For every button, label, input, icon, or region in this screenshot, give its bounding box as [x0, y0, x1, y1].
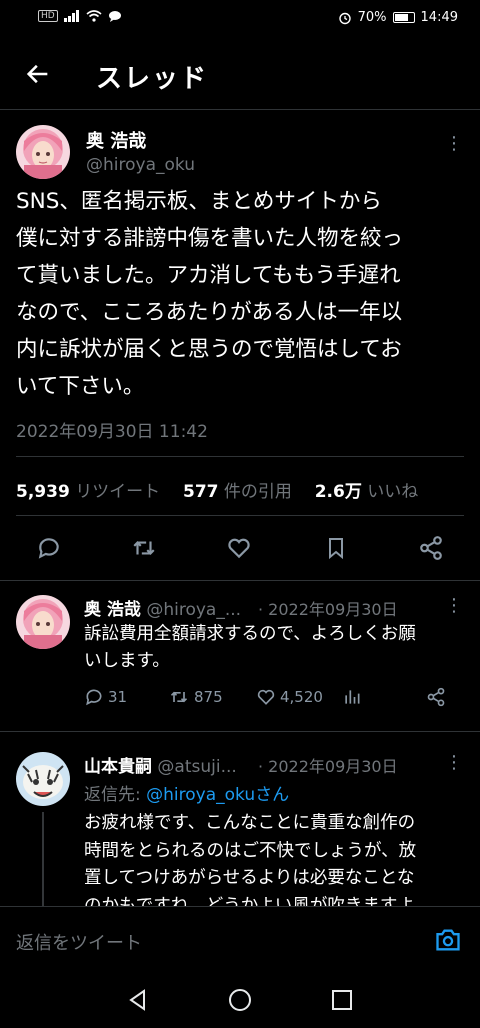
nav-recents-icon[interactable]: [330, 988, 354, 1016]
tweet-actions: [0, 531, 480, 567]
retweets-stat[interactable]: 5,939 リツイート: [16, 482, 160, 502]
nav-home-icon[interactable]: [228, 988, 252, 1016]
author-handle[interactable]: @hiroya_oku: [86, 155, 195, 175]
mention-link[interactable]: @hiroya_oku: [146, 785, 255, 805]
analytics-icon[interactable]: [342, 687, 362, 711]
retweet-icon: [170, 691, 188, 703]
quotes-stat[interactable]: 577 件の引用: [183, 482, 292, 502]
tweet-line: て貰いました。アカ消してももう手遅れ: [16, 263, 401, 288]
tweet-text: SNS、匿名掲示板、まとめサイトから 僕に対する誹謗中傷を書いた人物を絞っ て貰…: [16, 183, 466, 405]
signal-icon: [63, 10, 79, 22]
wifi-icon: [86, 10, 102, 22]
alarm-icon: [338, 12, 351, 24]
reply-tweet[interactable]: 奥 浩哉 @hiroya_... · 2022年09月30日 ⋮ 訴訟費用全額請…: [0, 581, 480, 731]
clock: 14:49: [420, 10, 458, 25]
avatar[interactable]: [16, 752, 70, 806]
app-header: スレッド: [0, 40, 480, 110]
back-arrow-icon[interactable]: [20, 56, 56, 92]
like-icon: [257, 689, 275, 705]
likes-stat[interactable]: 2.6万 いいね: [315, 482, 419, 502]
reply-icon[interactable]: [36, 535, 62, 565]
reply-text: お疲れ様です、こんなことに貴重な創作の 時間をとられるのはご不快でしょうが、放 …: [84, 810, 416, 906]
reply-line: 訴訟費用全額請求するので、よろしくお願: [84, 624, 416, 644]
replying-to: 返信先: @hiroya_okuさん: [84, 785, 290, 805]
reply-tweet[interactable]: 山本貴嗣 @atsuji... · 2022年09月30日 ⋮ 返信先: @hi…: [0, 732, 480, 906]
avatar[interactable]: [16, 595, 70, 649]
more-options-icon[interactable]: ⋮: [444, 135, 464, 153]
divider: [16, 515, 464, 516]
tweet-line: 僕に対する誹謗中傷を書いた人物を絞っ: [16, 226, 404, 251]
reply-count: 31: [108, 688, 128, 706]
reply-header: 山本貴嗣 @atsuji...: [84, 752, 237, 777]
bookmark-icon[interactable]: [324, 535, 348, 565]
like-icon[interactable]: [226, 535, 252, 565]
avatar[interactable]: [16, 125, 70, 179]
retweet-count: 875: [194, 688, 223, 706]
tweet-line: 内に訴状が届くと思うので覚悟はしてお: [16, 337, 402, 362]
reply-compose-bar: 返信をツイート: [0, 906, 480, 972]
author-handle[interactable]: @hiroya_...: [146, 600, 241, 620]
battery-icon: [392, 12, 415, 23]
reply-date[interactable]: · 2022年09月30日: [258, 753, 398, 777]
author-handle[interactable]: @atsuji...: [157, 757, 236, 777]
reply-line: 時間をとられるのはご不快でしょうが、放: [84, 840, 417, 861]
more-options-icon[interactable]: ⋮: [444, 754, 464, 772]
main-tweet: 奥 浩哉 @hiroya_oku ⋮ SNS、匿名掲示板、まとめサイトから 僕に…: [0, 111, 480, 581]
chat-bubble-icon: [108, 11, 121, 22]
retweet-button[interactable]: 875: [168, 687, 223, 707]
tweet-timestamp[interactable]: 2022年09月30日 11:42: [16, 417, 208, 442]
reply-icon: [86, 689, 102, 706]
reply-date[interactable]: · 2022年09月30日: [258, 596, 398, 620]
tweet-line: いて下さい。: [16, 374, 145, 399]
engagement-stats: 5,939 リツイート 577 件の引用 2.6万 いいね: [16, 477, 418, 502]
reply-header: 奥 浩哉 @hiroya_...: [84, 595, 241, 620]
divider: [16, 456, 464, 457]
reply-line: お疲れ様です、こんなことに貴重な創作の: [84, 813, 416, 833]
author-name[interactable]: 奥 浩哉: [84, 600, 141, 620]
author-name[interactable]: 奥 浩哉: [86, 127, 146, 153]
system-navigation-bar: [0, 972, 480, 1028]
reply-input[interactable]: 返信をツイート: [16, 929, 142, 955]
reply-button[interactable]: 31: [84, 687, 127, 707]
more-options-icon[interactable]: ⋮: [444, 597, 464, 615]
reply-line: いします。: [84, 651, 170, 671]
reply-line: 置してつけあがらせるよりは必要なことな: [84, 868, 415, 888]
page-title: スレッド: [96, 64, 209, 94]
share-icon[interactable]: [418, 535, 444, 565]
tweet-line: なので、こころあたりがある人は一年以: [16, 300, 403, 325]
reply-line: のかもですね。どうかよい風が吹きますよ: [84, 895, 415, 907]
battery-percent: 70%: [357, 10, 387, 25]
nav-back-icon[interactable]: [126, 988, 150, 1016]
author-name[interactable]: 山本貴嗣: [84, 757, 152, 777]
camera-icon[interactable]: [434, 927, 462, 957]
like-button[interactable]: 4,520: [256, 687, 323, 707]
reply-text: 訴訟費用全額請求するので、よろしくお願 いします。: [84, 621, 416, 675]
share-icon[interactable]: [426, 687, 446, 711]
thread-line: [42, 812, 44, 906]
tweet-line: SNS、匿名掲示板、まとめサイトから: [16, 189, 382, 214]
status-bar: HD 70% 14:49: [0, 0, 480, 36]
reply-actions: 31 875 4,520: [84, 687, 464, 711]
like-count: 4,520: [280, 688, 323, 706]
retweet-icon[interactable]: [130, 535, 158, 565]
hd-indicator: HD: [38, 10, 58, 22]
